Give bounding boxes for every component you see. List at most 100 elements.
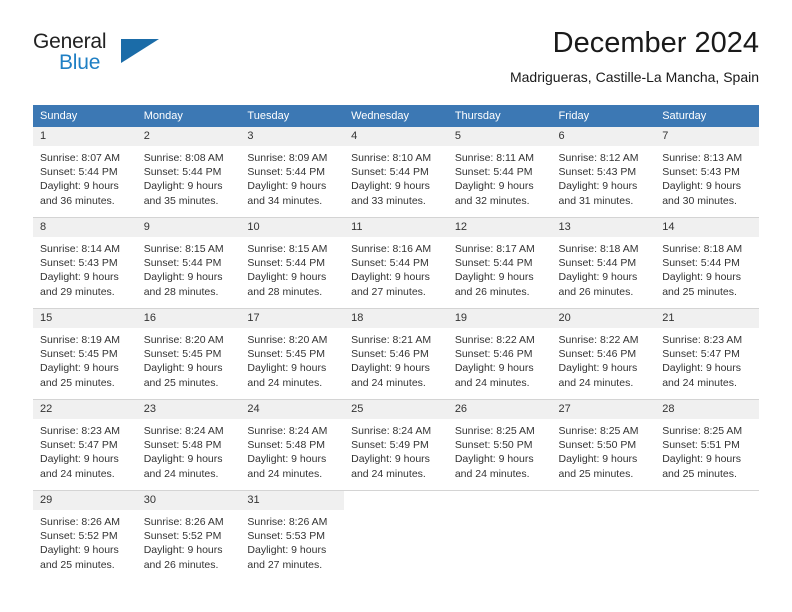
- week-row: 22 Sunrise: 8:23 AM Sunset: 5:47 PM Dayl…: [33, 400, 759, 490]
- day-number: 26: [447, 400, 552, 419]
- sunrise-text: Sunrise: 8:23 AM: [662, 334, 743, 346]
- daylight-line1: Daylight: 9 hours: [662, 362, 742, 375]
- day-cell[interactable]: 4 Sunrise: 8:10 AM Sunset: 5:44 PM Dayli…: [344, 127, 448, 217]
- day-details: Sunrise: 8:12 AM Sunset: 5:43 PM Dayligh…: [552, 146, 656, 208]
- day-cell[interactable]: 18 Sunrise: 8:21 AM Sunset: 5:46 PM Dayl…: [344, 309, 448, 399]
- day-cell[interactable]: 3 Sunrise: 8:09 AM Sunset: 5:44 PM Dayli…: [240, 127, 345, 217]
- day-cell[interactable]: 29 Sunrise: 8:26 AM Sunset: 5:52 PM Dayl…: [33, 491, 137, 581]
- daylight-line2: and 33 minutes.: [351, 194, 426, 207]
- day-cell[interactable]: 12 Sunrise: 8:17 AM Sunset: 5:44 PM Dayl…: [447, 218, 552, 308]
- day-cell[interactable]: 30 Sunrise: 8:26 AM Sunset: 5:52 PM Dayl…: [136, 491, 241, 581]
- day-details: Sunrise: 8:26 AM Sunset: 5:53 PM Dayligh…: [240, 510, 344, 572]
- daylight-line2: and 27 minutes.: [247, 558, 323, 571]
- daylight-line1: Daylight: 9 hours: [558, 362, 638, 375]
- daylight-line1: Daylight: 9 hours: [351, 453, 430, 466]
- sunset-text: Sunset: 5:44 PM: [454, 257, 533, 270]
- day-number: 20: [551, 309, 656, 328]
- daylight-line2: and 24 minutes.: [454, 467, 530, 480]
- day-cell[interactable]: 9 Sunrise: 8:15 AM Sunset: 5:44 PM Dayli…: [136, 218, 241, 308]
- day-cell-empty: [655, 491, 759, 581]
- day-cell[interactable]: 26 Sunrise: 8:25 AM Sunset: 5:50 PM Dayl…: [447, 400, 552, 490]
- daylight-line2: and 25 minutes.: [558, 467, 634, 480]
- daylight-line1: Daylight: 9 hours: [247, 180, 327, 193]
- month-calendar: Sunday Monday Tuesday Wednesday Thursday…: [33, 105, 759, 581]
- day-cell[interactable]: 5 Sunrise: 8:11 AM Sunset: 5:44 PM Dayli…: [447, 127, 552, 217]
- day-cell[interactable]: 21 Sunrise: 8:23 AM Sunset: 5:47 PM Dayl…: [655, 309, 759, 399]
- day-number: 25: [344, 400, 448, 419]
- page-subtitle: Madrigueras, Castille-La Mancha, Spain: [509, 69, 759, 85]
- sunrise-text: Sunrise: 8:20 AM: [247, 334, 328, 346]
- sunrise-text: Sunrise: 8:25 AM: [662, 425, 743, 437]
- daylight-line1: Daylight: 9 hours: [351, 271, 430, 284]
- day-number: 28: [655, 400, 759, 419]
- sunset-text: Sunset: 5:45 PM: [40, 348, 118, 361]
- sunset-text: Sunset: 5:51 PM: [662, 439, 740, 452]
- day-cell[interactable]: 28 Sunrise: 8:25 AM Sunset: 5:51 PM Dayl…: [655, 400, 759, 490]
- daylight-line2: and 34 minutes.: [247, 194, 323, 207]
- day-cell[interactable]: 16 Sunrise: 8:20 AM Sunset: 5:45 PM Dayl…: [136, 309, 241, 399]
- day-details: Sunrise: 8:15 AM Sunset: 5:44 PM Dayligh…: [137, 237, 241, 299]
- day-number: 4: [344, 127, 448, 146]
- daylight-line2: and 25 minutes.: [662, 467, 737, 480]
- sunset-text: Sunset: 5:45 PM: [247, 348, 326, 361]
- day-details: Sunrise: 8:22 AM Sunset: 5:46 PM Dayligh…: [552, 328, 656, 390]
- sunrise-text: Sunrise: 8:24 AM: [143, 425, 224, 437]
- daylight-line2: and 25 minutes.: [143, 376, 219, 389]
- day-number: [551, 491, 656, 510]
- sunset-text: Sunset: 5:50 PM: [454, 439, 533, 452]
- day-cell[interactable]: 20 Sunrise: 8:22 AM Sunset: 5:46 PM Dayl…: [551, 309, 656, 399]
- daylight-line2: and 24 minutes.: [40, 467, 115, 480]
- day-cell[interactable]: 17 Sunrise: 8:20 AM Sunset: 5:45 PM Dayl…: [240, 309, 345, 399]
- logo-text-blue: Blue: [59, 51, 101, 74]
- day-details: Sunrise: 8:08 AM Sunset: 5:44 PM Dayligh…: [137, 146, 241, 208]
- sunrise-text: Sunrise: 8:11 AM: [454, 152, 534, 164]
- day-cell[interactable]: 11 Sunrise: 8:16 AM Sunset: 5:44 PM Dayl…: [344, 218, 448, 308]
- daylight-line1: Daylight: 9 hours: [454, 453, 534, 466]
- sunset-text: Sunset: 5:44 PM: [247, 257, 326, 270]
- day-cell[interactable]: 13 Sunrise: 8:18 AM Sunset: 5:44 PM Dayl…: [551, 218, 656, 308]
- sunset-text: Sunset: 5:53 PM: [247, 530, 326, 543]
- daylight-line2: and 24 minutes.: [143, 467, 219, 480]
- day-cell[interactable]: 24 Sunrise: 8:24 AM Sunset: 5:48 PM Dayl…: [240, 400, 345, 490]
- daylight-line2: and 24 minutes.: [558, 376, 634, 389]
- day-number: 12: [447, 218, 552, 237]
- day-details: Sunrise: 8:25 AM Sunset: 5:50 PM Dayligh…: [448, 419, 552, 481]
- daylight-line2: and 24 minutes.: [247, 376, 323, 389]
- daylight-line1: Daylight: 9 hours: [662, 271, 742, 284]
- day-cell[interactable]: 8 Sunrise: 8:14 AM Sunset: 5:43 PM Dayli…: [33, 218, 137, 308]
- day-number: 11: [344, 218, 448, 237]
- sunset-text: Sunset: 5:44 PM: [662, 257, 740, 270]
- daylight-line2: and 32 minutes.: [454, 194, 530, 207]
- day-cell[interactable]: 14 Sunrise: 8:18 AM Sunset: 5:44 PM Dayl…: [655, 218, 759, 308]
- day-cell[interactable]: 22 Sunrise: 8:23 AM Sunset: 5:47 PM Dayl…: [33, 400, 137, 490]
- day-details: Sunrise: 8:24 AM Sunset: 5:48 PM Dayligh…: [137, 419, 241, 481]
- day-cell[interactable]: 15 Sunrise: 8:19 AM Sunset: 5:45 PM Dayl…: [33, 309, 137, 399]
- day-number: 29: [33, 491, 137, 510]
- day-details: Sunrise: 8:18 AM Sunset: 5:44 PM Dayligh…: [655, 237, 759, 299]
- daylight-line1: Daylight: 9 hours: [558, 271, 638, 284]
- day-number: 13: [551, 218, 656, 237]
- daylight-line1: Daylight: 9 hours: [558, 180, 638, 193]
- daylight-line2: and 28 minutes.: [143, 285, 219, 298]
- daylight-line2: and 29 minutes.: [40, 285, 115, 298]
- day-cell[interactable]: 2 Sunrise: 8:08 AM Sunset: 5:44 PM Dayli…: [136, 127, 241, 217]
- day-cell[interactable]: 7 Sunrise: 8:13 AM Sunset: 5:43 PM Dayli…: [655, 127, 759, 217]
- day-cell[interactable]: 1 Sunrise: 8:07 AM Sunset: 5:44 PM Dayli…: [33, 127, 137, 217]
- day-cell[interactable]: 10 Sunrise: 8:15 AM Sunset: 5:44 PM Dayl…: [240, 218, 345, 308]
- daylight-line2: and 24 minutes.: [351, 467, 426, 480]
- day-cell[interactable]: 19 Sunrise: 8:22 AM Sunset: 5:46 PM Dayl…: [447, 309, 552, 399]
- day-cell[interactable]: 6 Sunrise: 8:12 AM Sunset: 5:43 PM Dayli…: [551, 127, 656, 217]
- day-cell[interactable]: 31 Sunrise: 8:26 AM Sunset: 5:53 PM Dayl…: [240, 491, 345, 581]
- day-details: Sunrise: 8:22 AM Sunset: 5:46 PM Dayligh…: [448, 328, 552, 390]
- day-cell[interactable]: 25 Sunrise: 8:24 AM Sunset: 5:49 PM Dayl…: [344, 400, 448, 490]
- daylight-line2: and 25 minutes.: [662, 285, 737, 298]
- day-cell[interactable]: 23 Sunrise: 8:24 AM Sunset: 5:48 PM Dayl…: [136, 400, 241, 490]
- sunrise-text: Sunrise: 8:09 AM: [247, 152, 328, 164]
- daylight-line2: and 24 minutes.: [662, 376, 737, 389]
- day-details: Sunrise: 8:07 AM Sunset: 5:44 PM Dayligh…: [33, 146, 137, 208]
- sunset-text: Sunset: 5:43 PM: [662, 166, 740, 179]
- day-cell[interactable]: 27 Sunrise: 8:25 AM Sunset: 5:50 PM Dayl…: [551, 400, 656, 490]
- sunset-text: Sunset: 5:48 PM: [247, 439, 326, 452]
- sunrise-text: Sunrise: 8:25 AM: [454, 425, 535, 437]
- generalblue-logo[interactable]: General Blue: [33, 30, 163, 82]
